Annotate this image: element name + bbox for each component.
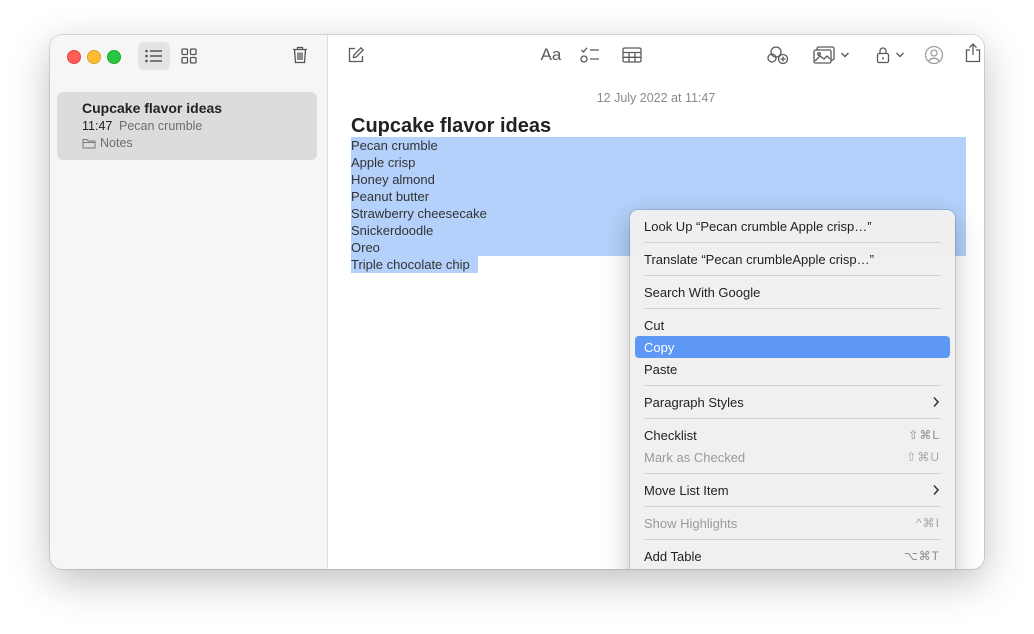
menu-item-show-highlights: Show Highlights ^⌘I [635, 512, 950, 534]
menu-item-label: Move List Item [644, 482, 729, 498]
menu-separator [644, 385, 941, 386]
menu-separator [644, 506, 941, 507]
menu-item-label: Mark as Checked [644, 449, 746, 465]
menu-item-shortcut: ⇧⌘U [906, 450, 940, 464]
menu-item-paragraph-styles[interactable]: Paragraph Styles [635, 391, 950, 413]
menu-item-shortcut: ⌥⌘T [903, 549, 940, 563]
menu-clip: Look Up “Pecan crumble Apple crisp…” Tra… [0, 0, 1034, 569]
chevron-right-icon [933, 397, 940, 407]
menu-item-label: Search With Google [644, 284, 761, 300]
menu-item-label: Show Highlights [644, 515, 738, 531]
chevron-right-icon [933, 485, 940, 495]
menu-item-move-list-item[interactable]: Move List Item [635, 479, 950, 501]
menu-item-label: Copy [644, 339, 675, 355]
menu-separator [644, 418, 941, 419]
menu-item-copy[interactable]: Copy [635, 336, 950, 358]
menu-item-mark-checked: Mark as Checked ⇧⌘U [635, 446, 950, 468]
menu-item-look-up[interactable]: Look Up “Pecan crumble Apple crisp…” [635, 215, 950, 237]
menu-separator [644, 275, 941, 276]
menu-item-label: Look Up “Pecan crumble Apple crisp…” [644, 218, 872, 234]
menu-separator [644, 242, 941, 243]
menu-item-label: Paragraph Styles [644, 394, 744, 410]
menu-separator [644, 308, 941, 309]
menu-separator [644, 539, 941, 540]
context-menu: Look Up “Pecan crumble Apple crisp…” Tra… [630, 210, 955, 569]
menu-item-label: Checklist [644, 427, 697, 443]
menu-item-label: Add Table [644, 548, 702, 564]
menu-item-shortcut: ^⌘I [916, 516, 940, 530]
menu-item-label: Paste [644, 361, 678, 377]
menu-item-checklist[interactable]: Checklist ⇧⌘L [635, 424, 950, 446]
menu-item-search-google[interactable]: Search With Google [635, 281, 950, 303]
menu-item-translate[interactable]: Translate “Pecan crumbleApple crisp…” [635, 248, 950, 270]
menu-item-label: Cut [644, 317, 665, 333]
menu-item-label: Translate “Pecan crumbleApple crisp…” [644, 251, 874, 267]
menu-item-cut[interactable]: Cut [635, 314, 950, 336]
menu-separator [644, 473, 941, 474]
menu-item-shortcut: ⇧⌘L [908, 428, 940, 442]
menu-item-add-table[interactable]: Add Table ⌥⌘T [635, 545, 950, 567]
menu-item-paste[interactable]: Paste [635, 358, 950, 380]
